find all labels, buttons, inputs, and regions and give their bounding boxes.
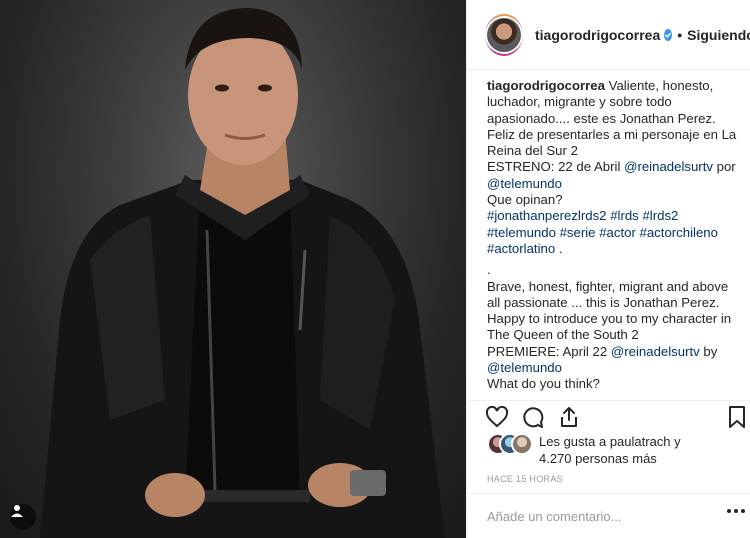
hashtag-link[interactable]: #lrds: [610, 208, 639, 223]
hashtag-link[interactable]: #actor: [599, 225, 636, 240]
comment-icon: [523, 407, 544, 428]
like-button[interactable]: [485, 405, 509, 429]
avatar[interactable]: [485, 13, 523, 56]
comment-input[interactable]: [487, 508, 707, 524]
likes-prefix: Les gusta a: [539, 434, 610, 449]
caption-text: PREMIERE: April 22: [487, 343, 611, 359]
hashtag-link[interactable]: #actorchileno: [640, 225, 718, 240]
likes-summary: Les gusta a paulatrach y 4.270 personas …: [487, 433, 747, 467]
liker-username[interactable]: paulatrach: [610, 434, 671, 449]
bookmark-icon: [729, 406, 745, 428]
caption-text: ESTRENO: 22 de Abril: [487, 159, 625, 175]
user-tag-icon: [11, 505, 23, 517]
share-icon: [561, 407, 577, 427]
hashtag-link[interactable]: #serie: [560, 225, 596, 240]
action-bar: [467, 400, 750, 430]
user-tag-button[interactable]: [10, 504, 36, 530]
caption-text: Feliz de presentarles a mi personaje en …: [487, 126, 737, 159]
mention-link[interactable]: @telemundo: [487, 176, 562, 191]
timestamp[interactable]: HACE 15 HORAS: [487, 474, 563, 484]
hashtag-link[interactable]: #telemundo: [487, 225, 556, 240]
caption-text: by: [699, 343, 718, 359]
caption-text: Happy to introduce you to my character i…: [487, 311, 732, 343]
avatar: [511, 433, 533, 455]
separator-dot: •: [677, 26, 683, 43]
post-header: tiagorodrigocorrea • Siguiendo: [467, 0, 750, 70]
post-photo[interactable]: [0, 0, 466, 538]
share-button[interactable]: [557, 405, 581, 429]
likes-count[interactable]: 4.270 personas más: [539, 451, 657, 466]
caption-text: Que opinan?: [487, 192, 563, 208]
mention-link[interactable]: @reinadelsurtv: [624, 159, 713, 174]
photo-illustration: [40, 8, 445, 538]
post-caption: tiagorodrigocorrea Valiente, honesto, lu…: [487, 78, 745, 393]
caption-text: .: [555, 240, 563, 256]
likes-text: Les gusta a paulatrach y 4.270 personas …: [535, 433, 681, 467]
liker-avatars[interactable]: [487, 433, 535, 455]
more-icon[interactable]: [727, 509, 745, 513]
mention-link[interactable]: @telemundo: [487, 360, 562, 375]
mention-link[interactable]: @reinadelsurtv: [611, 344, 700, 359]
likes-mid: y: [670, 434, 681, 449]
follow-button[interactable]: Siguiendo: [687, 27, 750, 43]
hashtag-link[interactable]: #actorlatino: [487, 241, 555, 256]
comment-button[interactable]: [521, 405, 545, 429]
caption-text: por: [712, 159, 736, 175]
hashtag-link[interactable]: #jonathanperezlrds2: [487, 208, 607, 223]
caption-text: What do you think?: [487, 376, 600, 392]
comment-bar: [467, 493, 750, 538]
save-button[interactable]: [725, 405, 749, 429]
hashtag-link[interactable]: #lrds2: [642, 208, 678, 223]
heart-icon: [485, 405, 509, 428]
header-username[interactable]: tiagorodrigocorrea: [535, 27, 660, 43]
caption-text: .: [487, 262, 491, 278]
caption-text: Brave, honest, fighter, migrant and abov…: [487, 278, 729, 310]
verified-icon: [664, 28, 673, 41]
post-side-panel: tiagorodrigocorrea • Siguiendo tiagorodr…: [466, 0, 750, 538]
caption-username[interactable]: tiagorodrigocorrea: [487, 78, 605, 93]
